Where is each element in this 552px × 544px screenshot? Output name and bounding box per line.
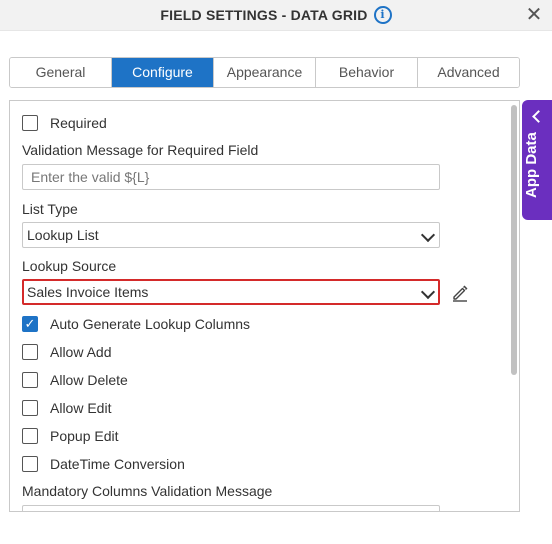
required-label: Required xyxy=(50,115,107,131)
allow-add-option[interactable]: Allow Add xyxy=(22,342,111,362)
allow-add-checkbox[interactable] xyxy=(22,344,38,360)
info-icon[interactable]: i xyxy=(373,6,392,25)
allow-edit-label: Allow Edit xyxy=(50,400,112,416)
auto-generate-label: Auto Generate Lookup Columns xyxy=(50,316,251,332)
chevron-down-icon xyxy=(420,284,436,300)
dialog-header: FIELD SETTINGS - DATA GRID i ✕ xyxy=(0,0,552,31)
tab-behavior[interactable]: Behavior xyxy=(316,58,418,87)
allow-delete-checkbox[interactable] xyxy=(22,372,38,388)
chevron-down-icon xyxy=(420,227,436,243)
auto-generate-checkbox[interactable]: ✓ xyxy=(22,316,38,332)
tab-appearance[interactable]: Appearance xyxy=(214,58,316,87)
dialog-title: FIELD SETTINGS - DATA GRID xyxy=(160,7,368,23)
lookup-source-select[interactable]: Sales Invoice Items xyxy=(22,279,440,305)
allow-delete-label: Allow Delete xyxy=(50,372,128,388)
allow-edit-checkbox[interactable] xyxy=(22,400,38,416)
configure-panel: Required Validation Message for Required… xyxy=(9,100,520,512)
mandatory-columns-label: Mandatory Columns Validation Message xyxy=(22,483,273,499)
list-type-select[interactable]: Lookup List xyxy=(22,222,440,248)
pencil-icon[interactable] xyxy=(451,284,469,302)
required-option[interactable]: Required xyxy=(22,113,107,133)
datetime-conversion-option[interactable]: DateTime Conversion xyxy=(22,454,185,474)
lookup-source-value: Sales Invoice Items xyxy=(27,284,149,300)
popup-edit-label: Popup Edit xyxy=(50,428,119,444)
close-icon[interactable]: ✕ xyxy=(524,5,544,25)
allow-add-label: Allow Add xyxy=(50,344,112,360)
datetime-conversion-checkbox[interactable] xyxy=(22,456,38,472)
tab-advanced[interactable]: Advanced xyxy=(418,58,519,87)
list-type-value: Lookup List xyxy=(27,227,99,243)
mandatory-columns-input[interactable] xyxy=(22,505,440,511)
popup-edit-option[interactable]: Popup Edit xyxy=(22,426,119,446)
validation-message-label: Validation Message for Required Field xyxy=(22,142,259,158)
popup-edit-checkbox[interactable] xyxy=(22,428,38,444)
required-checkbox[interactable] xyxy=(22,115,38,131)
auto-generate-option[interactable]: ✓ Auto Generate Lookup Columns xyxy=(22,314,250,334)
lookup-source-label: Lookup Source xyxy=(22,258,117,274)
datetime-conversion-label: DateTime Conversion xyxy=(50,456,185,472)
allow-edit-option[interactable]: Allow Edit xyxy=(22,398,111,418)
app-data-label: App Data xyxy=(523,132,540,198)
allow-delete-option[interactable]: Allow Delete xyxy=(22,370,128,390)
tab-general[interactable]: General xyxy=(10,58,112,87)
validation-message-input[interactable]: Enter the valid ${L} xyxy=(22,164,440,190)
panel-scrollbar[interactable] xyxy=(511,105,517,375)
tab-configure[interactable]: Configure xyxy=(112,58,214,87)
settings-tabs: General Configure Appearance Behavior Ad… xyxy=(9,57,520,88)
list-type-label: List Type xyxy=(22,201,78,217)
app-data-panel-toggle[interactable]: App Data xyxy=(522,100,552,220)
